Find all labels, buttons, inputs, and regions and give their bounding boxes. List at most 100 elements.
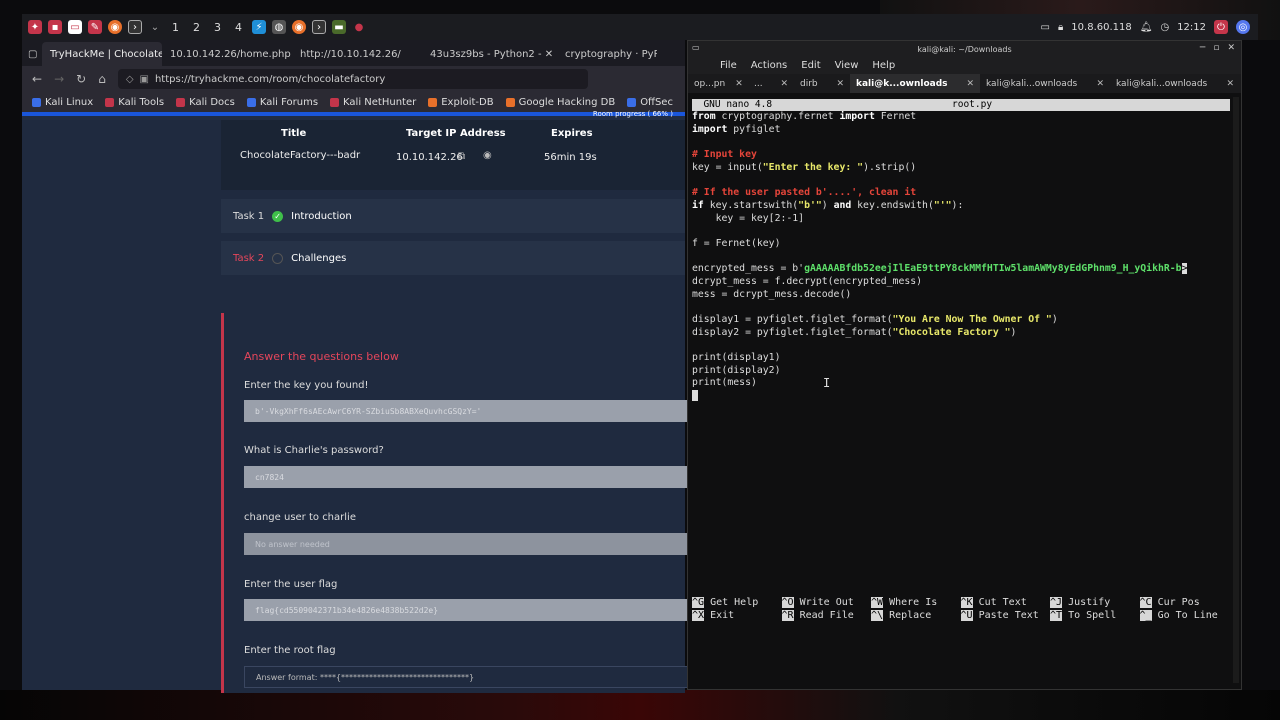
shortcut-write-out[interactable]: ^O Write Out	[781, 597, 872, 610]
nano-editor[interactable]: GNU nano 4.8 root.py from cryptography.f…	[692, 99, 1230, 679]
terminal-tab-2[interactable]: ... ✕	[748, 74, 794, 93]
shortcut-where-is[interactable]: ^W Where Is	[871, 597, 961, 610]
close-icon[interactable]: ✕	[1096, 79, 1104, 89]
bookmark-kali-forums[interactable]: Kali Forums	[246, 97, 318, 108]
app-task-icon[interactable]: ▬	[332, 20, 346, 34]
terminal-task-icon[interactable]: ›	[312, 20, 326, 34]
room-progress-bar: Room progress ( 66% )	[22, 110, 685, 118]
bookmark-label: Kali Tools	[118, 96, 165, 108]
bookmark-offsec[interactable]: OffSec	[627, 97, 673, 108]
answer-2-input[interactable]: cn7824	[244, 466, 688, 488]
maximize-icon[interactable]: ▫	[1213, 43, 1219, 53]
copy-alt-icon[interactable]: ◉	[483, 150, 492, 161]
red-task-icon[interactable]: ●	[352, 20, 366, 34]
menu-edit[interactable]: Edit	[801, 60, 820, 71]
file-manager-icon[interactable]: ▭	[68, 20, 82, 34]
power-icon[interactable]: ⏻	[1214, 20, 1228, 34]
browser-tab-pypi[interactable]: cryptography · PyPI	[557, 42, 657, 66]
terminal-tab-6[interactable]: kali@kali...ownloads ✕	[1110, 74, 1240, 93]
shortcut-go-to-line[interactable]: ^_ Go To Line	[1139, 609, 1230, 623]
window-controls: ─ ▫ ✕	[1200, 43, 1235, 53]
shortcut-exit[interactable]: ^X Exit	[692, 609, 782, 623]
menu-view[interactable]: View	[835, 60, 859, 71]
close-icon[interactable]: ✕	[836, 79, 844, 89]
shortcut-label: Replace	[889, 609, 932, 621]
code-line: import pyfiglet	[692, 124, 1230, 137]
tab-label: dirb	[800, 78, 818, 89]
workspace-2[interactable]: 2	[189, 21, 204, 34]
workspace-3[interactable]: 3	[210, 21, 225, 34]
bookmark-kali-tools[interactable]: Kali Tools	[105, 97, 164, 108]
user-icon[interactable]: ◎	[1236, 20, 1250, 34]
chevron-down-icon[interactable]: ⌄	[148, 20, 162, 34]
answer-4-input[interactable]: flag{cd5509042371b34e4826e4838b522d2e}	[244, 599, 688, 621]
app-icon-1[interactable]: ▪	[48, 20, 62, 34]
app-icon-blue[interactable]: ⚡	[252, 20, 266, 34]
shortcut-get-help[interactable]: ^G Get Help	[692, 597, 782, 610]
lock-icon: 🔒︎	[1057, 21, 1064, 33]
close-icon[interactable]: ✕	[966, 79, 974, 89]
answer-3-input[interactable]: No answer needed	[244, 533, 688, 555]
browser-tab-python[interactable]: 43u3sz9bs - Python2 - ✕	[422, 42, 557, 66]
browser-tab-home[interactable]: 10.10.142.26/home.php ✕	[162, 42, 292, 66]
browser-tab-tryhackme[interactable]: TryHackMe | Chocolate ✕	[42, 42, 162, 66]
tab-list-icon[interactable]: ▢	[28, 42, 42, 66]
terminal-tab-openvpn[interactable]: op...pn ✕	[688, 74, 748, 93]
terminal-tab-dirb[interactable]: dirb ✕	[794, 74, 850, 93]
close-icon[interactable]: ✕	[735, 79, 743, 89]
workspace-4[interactable]: 4	[231, 21, 246, 34]
close-icon[interactable]: ✕	[780, 79, 788, 89]
shortcut-paste-text[interactable]: ^U Paste Text	[960, 609, 1051, 623]
bookmark-ghdb[interactable]: Google Hacking DB	[505, 97, 615, 108]
shortcut-read-file[interactable]: ^R Read File	[781, 609, 872, 623]
target-ip[interactable]: 10.10.142.26	[396, 152, 463, 163]
menu-help[interactable]: Help	[872, 60, 895, 71]
forward-icon[interactable]: →	[54, 72, 64, 86]
browser-tab-bar: ▢ TryHackMe | Chocolate ✕ 10.10.142.26/h…	[22, 40, 685, 66]
firefox-task-icon[interactable]: ◉	[292, 20, 306, 34]
task-2[interactable]: Task 2 Challenges	[221, 241, 685, 275]
browser-task-icon[interactable]: ◍	[272, 20, 286, 34]
kali-menu-icon[interactable]: ✦	[28, 20, 42, 34]
reload-icon[interactable]: ↻	[76, 72, 86, 86]
firefox-icon[interactable]: ◉	[108, 20, 122, 34]
shortcut-replace[interactable]: ^\ Replace	[871, 609, 961, 623]
bookmark-kali-linux[interactable]: Kali Linux	[32, 97, 93, 108]
menu-actions[interactable]: Actions	[751, 60, 788, 71]
url-bar[interactable]: ◇ ▣ https://tryhackme.com/room/chocolate…	[117, 69, 588, 89]
tab-label: kali@k...ownloads	[856, 78, 948, 89]
notification-icon[interactable]: 🔔︎	[1140, 22, 1153, 33]
answer-5-input[interactable]: Answer format: ****{********************…	[244, 666, 688, 688]
browser-tab-site[interactable]: http://10.10.142.26/ ✕	[292, 42, 422, 66]
home-icon[interactable]: ⌂	[98, 72, 106, 86]
url-text[interactable]: https://tryhackme.com/room/chocolatefact…	[155, 74, 385, 85]
terminal-tab-active[interactable]: kali@k...ownloads ✕	[850, 74, 980, 93]
shortcut-cur-pos[interactable]: ^C Cur Pos	[1139, 597, 1230, 610]
shortcut-to-spell[interactable]: ^T To Spell	[1050, 609, 1140, 623]
task-1[interactable]: Task 1 ✓ Introduction	[221, 199, 685, 233]
answer-1-input[interactable]: b'-VkgXhFf6sAEcAwrC6YR-SZbiuSb8ABXeQuvhc…	[244, 400, 688, 422]
terminal-window: ▭ kali@kali: ~/Downloads ─ ▫ ✕ File Acti…	[687, 40, 1242, 690]
shortcut-cut-text[interactable]: ^K Cut Text	[960, 597, 1051, 610]
terminal-tab-5[interactable]: kali@kali...ownloads ✕	[980, 74, 1110, 93]
terminal-scrollbar[interactable]	[1233, 97, 1239, 683]
close-icon[interactable]: ✕	[1226, 79, 1234, 89]
close-icon[interactable]: ✕	[1227, 43, 1235, 53]
minimize-icon[interactable]: ─	[1200, 43, 1205, 53]
copy-icon[interactable]: ⧉	[458, 151, 465, 162]
menu-file[interactable]: File	[720, 60, 737, 71]
back-icon[interactable]: ←	[32, 72, 42, 86]
bookmark-kali-nethunter[interactable]: Kali NetHunter	[330, 97, 416, 108]
bookmark-kali-docs[interactable]: Kali Docs	[176, 97, 235, 108]
terminal-icon[interactable]: ›	[128, 20, 142, 34]
bookmark-exploit-db[interactable]: Exploit-DB	[428, 97, 494, 108]
workspace-1[interactable]: 1	[168, 21, 183, 34]
shortcut-justify[interactable]: ^J Justify	[1050, 597, 1140, 610]
shortcut-label: Justify	[1068, 597, 1111, 608]
text-editor-icon[interactable]: ✎	[88, 20, 102, 34]
close-icon[interactable]: ✕	[545, 49, 553, 60]
code-token: key.startswith(	[703, 199, 799, 211]
display-icon[interactable]: ▭	[1041, 22, 1050, 33]
code-line: display2 = pyfiglet.figlet_format("Choco…	[692, 327, 1230, 340]
code-token: display1 = pyfiglet.figlet_format(	[692, 314, 893, 325]
